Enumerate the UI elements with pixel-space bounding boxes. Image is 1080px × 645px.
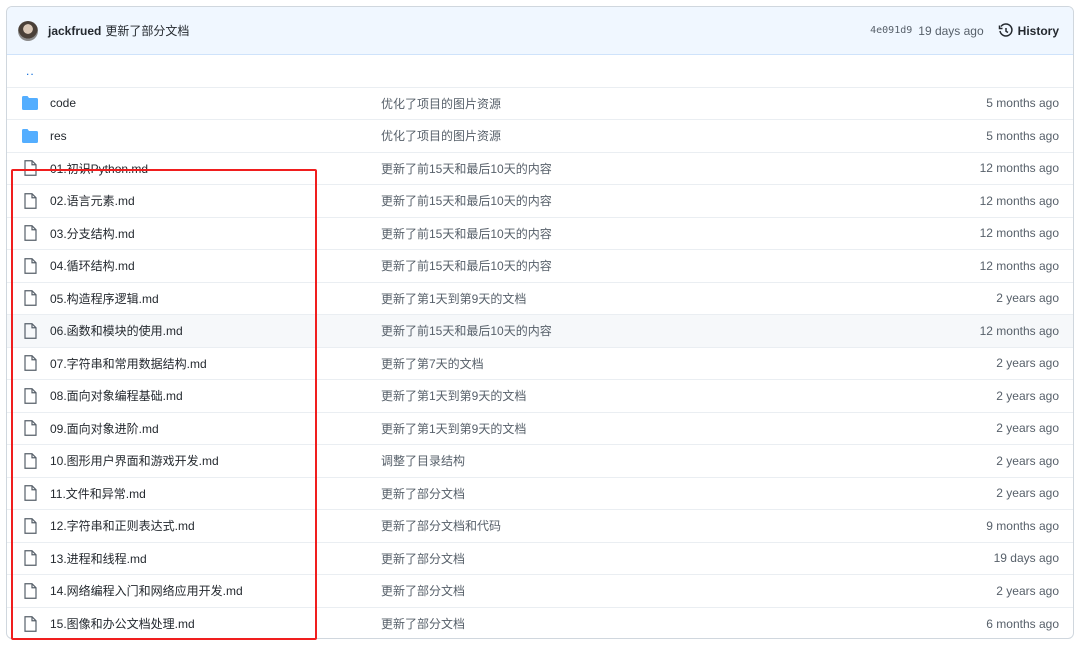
file-row[interactable]: 04.循环结构.md 更新了前15天和最后10天的内容 12 months ag… [7,250,1073,283]
file-name-link[interactable]: 04.循环结构.md [50,257,381,274]
file-row[interactable]: 14.网络编程入门和网络应用开发.md 更新了部分文档 2 years ago [7,575,1073,608]
file-name-link[interactable]: 11.文件和异常.md [50,485,381,502]
commit-message-link[interactable]: 更新了部分文档 [381,615,986,632]
file-icon [22,582,38,599]
commit-message-link[interactable]: 更新了部分文档 [381,550,994,567]
history-button[interactable]: History [998,22,1059,39]
file-icon [22,192,38,209]
commit-age: 2 years ago [996,583,1059,598]
file-row[interactable]: 08.面向对象编程基础.md 更新了第1天到第9天的文档 2 years ago [7,380,1073,413]
commit-message-link[interactable]: 更新了部分文档和代码 [381,517,986,534]
commit-age: 2 years ago [996,356,1059,371]
commit-message-link[interactable]: 更新了前15天和最后10天的内容 [381,192,980,209]
file-icon [22,387,38,404]
commit-age: 12 months ago [979,258,1059,273]
file-icon [22,225,38,242]
file-row[interactable]: 05.构造程序逻辑.md 更新了第1天到第9天的文档 2 years ago [7,283,1073,315]
file-icon [22,420,38,437]
commit-age: 2 years ago [996,291,1059,306]
latest-commit-bar: jackfrued 更新了部分文档 4e091d9 19 days ago Hi… [7,7,1073,55]
commit-message-link[interactable]: 更新了第1天到第9天的文档 [381,420,996,437]
commit-age: 9 months ago [986,518,1059,533]
commit-message-link[interactable]: 更新了第1天到第9天的文档 [381,387,996,404]
commit-message-link[interactable]: 更新了前15天和最后10天的内容 [381,160,980,177]
commit-age: 12 months ago [979,193,1059,208]
file-icon [22,290,38,307]
commit-age: 19 days ago [993,551,1059,566]
avatar[interactable] [18,20,38,41]
file-icon [22,485,38,502]
file-row[interactable]: 01.初识Python.md 更新了前15天和最后10天的内容 12 month… [7,153,1073,185]
parent-directory-link[interactable]: .. [22,64,35,78]
file-name-link[interactable]: code [50,96,381,110]
file-name-link[interactable]: 07.字符串和常用数据结构.md [50,355,381,372]
folder-icon [22,128,38,143]
file-icon [22,615,38,632]
file-icon [22,550,38,567]
commit-message-link[interactable]: 优化了项目的图片资源 [381,127,986,144]
commit-time: 19 days ago [918,23,984,38]
commit-message-link[interactable]: 更新了部分文档 [381,485,996,502]
commit-message-link[interactable]: 更新了第7天的文档 [381,355,996,372]
parent-directory-row[interactable]: .. [7,55,1073,88]
file-row[interactable]: 12.字符串和正则表达式.md 更新了部分文档和代码 9 months ago [7,510,1073,543]
file-name-link[interactable]: 01.初识Python.md [50,160,381,177]
file-row[interactable]: 09.面向对象进阶.md 更新了第1天到第9天的文档 2 years ago [7,413,1073,445]
file-icon [22,257,38,274]
file-row[interactable]: 02.语言元素.md 更新了前15天和最后10天的内容 12 months ag… [7,185,1073,218]
commit-message[interactable]: 更新了部分文档 [105,22,189,39]
file-name-link[interactable]: 14.网络编程入门和网络应用开发.md [50,582,381,599]
history-label: History [1017,23,1059,38]
file-name-link[interactable]: 09.面向对象进阶.md [50,420,381,437]
file-row[interactable]: 13.进程和线程.md 更新了部分文档 19 days ago [7,543,1073,575]
commit-message-link[interactable]: 优化了项目的图片资源 [381,95,986,112]
folder-icon [22,96,38,111]
commit-age: 2 years ago [996,388,1059,403]
commit-age: 6 months ago [986,616,1059,631]
file-name-link[interactable]: 03.分支结构.md [50,225,381,242]
commit-author[interactable]: jackfrued [48,24,101,38]
file-icon [22,517,38,534]
commit-message-link[interactable]: 更新了第1天到第9天的文档 [381,290,996,307]
commit-message-link[interactable]: 更新了前15天和最后10天的内容 [381,257,980,274]
file-name-link[interactable]: 05.构造程序逻辑.md [50,290,381,307]
file-row[interactable]: 15.图像和办公文档处理.md 更新了部分文档 6 months ago [7,608,1073,639]
history-icon [998,22,1013,37]
commit-age: 2 years ago [996,486,1059,501]
file-icon [22,160,38,177]
file-name-link[interactable]: 02.语言元素.md [50,192,381,209]
file-name-link[interactable]: 12.字符串和正则表达式.md [50,517,381,534]
file-browser: jackfrued 更新了部分文档 4e091d9 19 days ago Hi… [6,6,1074,639]
file-row[interactable]: 07.字符串和常用数据结构.md 更新了第7天的文档 2 years ago [7,348,1073,380]
commit-age: 12 months ago [979,161,1059,176]
file-icon [22,452,38,469]
commit-message-link[interactable]: 更新了前15天和最后10天的内容 [381,225,980,242]
file-row[interactable]: code 优化了项目的图片资源 5 months ago [7,88,1073,120]
commit-age: 2 years ago [996,421,1059,436]
file-row[interactable]: res 优化了项目的图片资源 5 months ago [7,120,1073,153]
file-icon [22,322,38,339]
file-row[interactable]: 11.文件和异常.md 更新了部分文档 2 years ago [7,478,1073,510]
commit-age: 5 months ago [986,96,1059,111]
file-row[interactable]: 10.图形用户界面和游戏开发.md 调整了目录结构 2 years ago [7,445,1073,478]
file-name-link[interactable]: 13.进程和线程.md [50,550,381,567]
file-name-link[interactable]: 08.面向对象编程基础.md [50,387,381,404]
file-icon [22,355,38,372]
commit-age: 2 years ago [996,453,1059,468]
file-name-link[interactable]: 06.函数和模块的使用.md [50,322,381,339]
file-row[interactable]: 06.函数和模块的使用.md 更新了前15天和最后10天的内容 12 month… [7,315,1073,348]
file-name-link[interactable]: 15.图像和办公文档处理.md [50,615,381,632]
commit-age: 12 months ago [979,323,1059,338]
file-name-link[interactable]: res [50,129,381,143]
commit-message-link[interactable]: 更新了前15天和最后10天的内容 [381,322,980,339]
commit-sha[interactable]: 4e091d9 [870,25,912,36]
commit-age: 5 months ago [986,128,1059,143]
commit-age: 12 months ago [979,226,1059,241]
file-row[interactable]: 03.分支结构.md 更新了前15天和最后10天的内容 12 months ag… [7,218,1073,250]
file-name-link[interactable]: 10.图形用户界面和游戏开发.md [50,452,381,469]
commit-message-link[interactable]: 调整了目录结构 [381,452,996,469]
commit-message-link[interactable]: 更新了部分文档 [381,582,996,599]
